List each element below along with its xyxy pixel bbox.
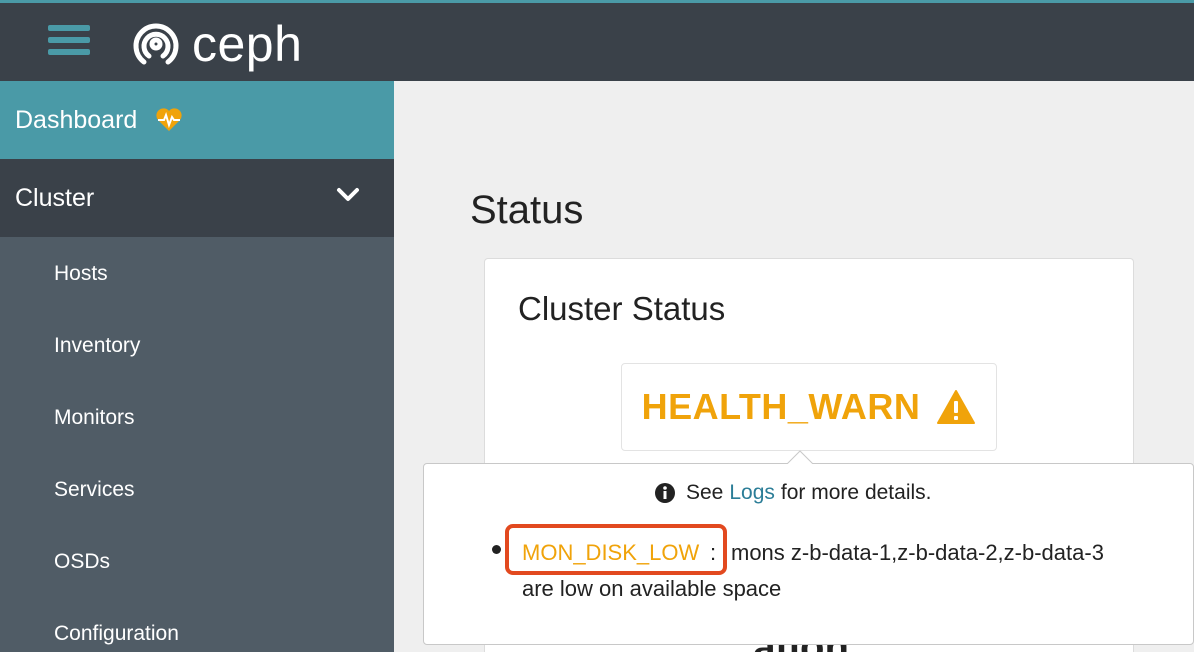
ceph-logo-text: ceph [192, 16, 303, 72]
warning-icon [936, 389, 976, 425]
sidebar-item-services[interactable]: Services [54, 478, 135, 502]
list-bullet [492, 545, 501, 554]
ceph-logo[interactable]: ceph [130, 16, 302, 72]
heartbeat-icon [155, 107, 183, 133]
ceph-logo-icon [133, 23, 179, 65]
sidebar-item-configuration[interactable]: Configuration [54, 622, 179, 646]
sidebar-item-cluster[interactable]: Cluster [0, 159, 394, 237]
top-navbar: ceph [0, 0, 1194, 81]
sidebar-item-hosts[interactable]: Hosts [54, 262, 108, 286]
sidebar-item-dashboard[interactable]: Dashboard [0, 81, 394, 159]
sidebar-item-label: Cluster [15, 183, 95, 212]
health-status-text: HEALTH_WARN [641, 386, 921, 427]
health-check-message-line2: are low on available space [522, 576, 782, 601]
info-circle-icon [654, 482, 676, 504]
page-title: Status [470, 188, 584, 232]
health-check-colon: : [710, 540, 717, 565]
sidebar-item-monitors[interactable]: Monitors [54, 406, 135, 430]
chevron-down-icon [336, 187, 360, 208]
sidebar-item-label: Dashboard [15, 105, 138, 134]
details-text: for more details. [780, 481, 932, 504]
see-text: See [686, 481, 724, 504]
health-status-badge[interactable]: HEALTH_WARN [621, 363, 997, 451]
health-check-code: MON_DISK_LOW [522, 540, 700, 565]
sidebar-item-osds[interactable]: OSDs [54, 550, 110, 574]
popover-arrow [787, 450, 813, 464]
sidebar-item-inventory[interactable]: Inventory [54, 334, 140, 358]
sidebar: Dashboard Cluster Hosts Inventory Monito… [0, 81, 394, 652]
card-title: Cluster Status [518, 290, 726, 327]
logs-link[interactable]: Logs [729, 481, 775, 505]
logs-hint: See Logs for more details. [654, 481, 931, 505]
hamburger-menu-icon[interactable] [48, 25, 90, 61]
health-check-message-line1: mons z-b-data-1,z-b-data-2,z-b-data-3 [731, 540, 1104, 565]
